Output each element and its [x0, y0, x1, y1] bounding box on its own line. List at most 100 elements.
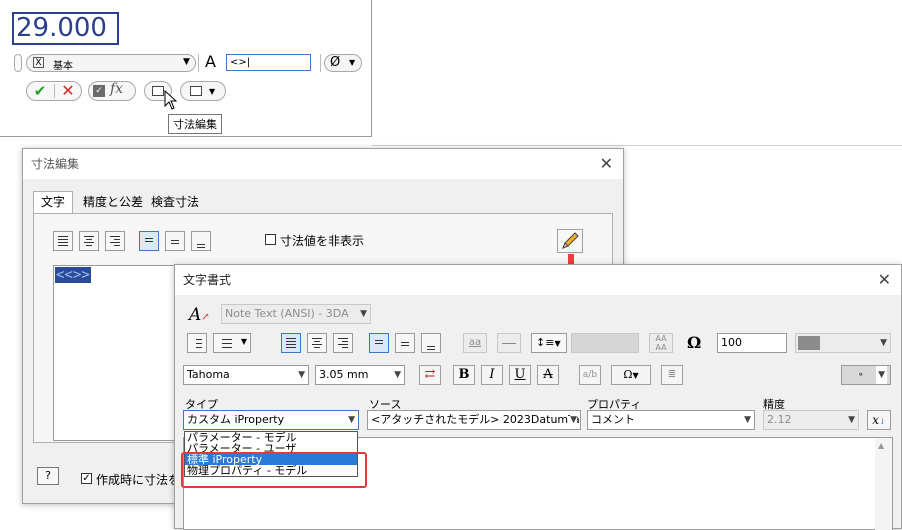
pencil-icon: [562, 232, 579, 249]
scroll-up-icon[interactable]: ▲: [878, 441, 884, 450]
dialog-titlebar: 文字書式 ✕: [175, 265, 901, 295]
chevron-down-icon: ▼: [349, 58, 356, 67]
dimension-text-content: <<>>: [55, 267, 91, 283]
scrollbar[interactable]: [875, 438, 892, 530]
chevron-down-icon: ▼: [876, 366, 887, 384]
ok-button[interactable]: ✔: [30, 81, 50, 101]
chevron-down-icon: ▼: [209, 87, 216, 96]
text-style-value: Note Text (ANSI) - 3DA: [225, 307, 349, 320]
align-left-button[interactable]: [53, 231, 73, 251]
precision-dropdown[interactable]: 2.12 ▼: [763, 410, 859, 430]
width-icon: Ω: [687, 333, 702, 352]
width-input[interactable]: 100: [717, 333, 787, 353]
background-dropdown[interactable]: ∘ ▼: [841, 365, 891, 385]
font-size-dropdown[interactable]: 3.05 mm ▼: [315, 365, 405, 385]
options-dropdown[interactable]: ▼: [180, 81, 226, 101]
chevron-down-icon: ▼: [298, 370, 305, 380]
highlight-box: [181, 452, 367, 488]
dimension-value-box[interactable]: 29.000: [12, 12, 119, 45]
align-top-button[interactable]: [369, 333, 389, 353]
source-dropdown[interactable]: <アタッチされたモデル> 2023DatumTarge ▼: [367, 410, 581, 430]
hide-value-checkbox[interactable]: [265, 234, 276, 245]
separator: [320, 54, 321, 72]
align-center-button[interactable]: [79, 231, 99, 251]
list-icon: [152, 86, 164, 96]
chevron-down-icon: ▼: [394, 370, 401, 380]
help-button[interactable]: ?: [37, 467, 59, 485]
dialog-titlebar: 寸法編集 ✕: [23, 149, 623, 179]
align-center-button[interactable]: [307, 333, 327, 353]
symbol-dropdown[interactable]: Ø ▼: [324, 54, 362, 72]
dot-icon: ∘: [858, 370, 864, 380]
chevron-down-icon: ▼: [360, 309, 367, 319]
underline-button[interactable]: U: [509, 365, 531, 385]
fraction-button[interactable]: a/b: [579, 365, 601, 385]
symbol-dropdown[interactable]: Ω▼: [611, 365, 651, 385]
bold-button[interactable]: B: [453, 365, 475, 385]
create-checkbox[interactable]: ✓: [81, 473, 92, 484]
dialog-title: 寸法編集: [31, 157, 80, 171]
diameter-icon: Ø: [330, 55, 341, 70]
separator: [54, 84, 55, 98]
close-icon[interactable]: ✕: [600, 149, 613, 179]
text-format-dialog: 文字書式 ✕ A↗ Note Text (ANSI) - 3DA ▼ ▼ aa ↕≡…: [174, 264, 902, 530]
spacing-field[interactable]: [571, 333, 639, 353]
strikethrough-button[interactable]: A: [537, 365, 559, 385]
tooltip: 寸法編集: [168, 114, 222, 134]
stack-button[interactable]: AA AA: [649, 333, 673, 353]
list-icon: [190, 86, 202, 96]
hide-value-label: 寸法値を非表示: [280, 234, 365, 248]
text-input[interactable]: <>|: [226, 54, 311, 71]
align-right-button[interactable]: [333, 333, 353, 353]
align-bottom-button[interactable]: [191, 231, 211, 251]
type-value: カスタム iProperty: [187, 413, 285, 426]
font-dropdown[interactable]: Tahoma ▼: [183, 365, 309, 385]
text-icon[interactable]: A: [205, 52, 216, 71]
chevron-down-icon: ▼: [570, 411, 577, 429]
chevron-down-icon: ▼: [240, 337, 247, 346]
line-button[interactable]: [497, 333, 521, 353]
line-spacing-dropdown[interactable]: ↕≡▼: [531, 333, 567, 353]
tab-label: 精度と公差: [82, 195, 143, 209]
align-bottom-button[interactable]: [421, 333, 441, 353]
color-dropdown[interactable]: ▼: [795, 333, 891, 353]
fx-icon[interactable]: fx: [110, 81, 123, 97]
font-value: Tahoma: [187, 368, 230, 381]
tab-label: 検査寸法: [150, 195, 199, 209]
drag-handle[interactable]: [14, 54, 22, 72]
style-name: 基本: [53, 61, 73, 72]
close-icon[interactable]: ✕: [878, 265, 891, 295]
text-style-icon: A↗: [189, 305, 210, 325]
align-middle-button[interactable]: [165, 231, 185, 251]
cancel-button[interactable]: ✕: [58, 81, 78, 101]
align-top-button[interactable]: [139, 231, 159, 251]
tab-text[interactable]: 文字: [33, 191, 73, 213]
chevron-down-icon: ▼: [744, 415, 751, 425]
chevron-down-icon: ▼: [183, 57, 190, 67]
add-parameter-button[interactable]: x↓: [867, 410, 891, 430]
font-style-icon[interactable]: ⇄: [419, 365, 441, 385]
align-middle-button[interactable]: [395, 333, 415, 353]
tab-inspection[interactable]: 検査寸法: [147, 193, 203, 213]
color-swatch: [798, 336, 820, 350]
align-left-button[interactable]: [281, 333, 301, 353]
separator: [198, 54, 199, 72]
source-value: <アタッチされたモデル> 2023DatumTarge: [371, 413, 581, 426]
text-style-dropdown[interactable]: Note Text (ANSI) - 3DA ▼: [221, 304, 371, 324]
italic-button[interactable]: I: [481, 365, 503, 385]
chevron-down-icon: ▼: [880, 338, 887, 348]
case-button[interactable]: aa: [463, 333, 487, 353]
checkbox-icon[interactable]: ✓: [93, 85, 105, 97]
numbering-dropdown[interactable]: ▼: [213, 333, 251, 353]
align-right-button[interactable]: [105, 231, 125, 251]
type-dropdown[interactable]: カスタム iProperty ▼: [183, 410, 359, 430]
chevron-down-icon: ▼: [348, 415, 355, 425]
paragraph-button[interactable]: ≣: [661, 365, 683, 385]
tab-precision[interactable]: 精度と公差: [81, 193, 145, 213]
tab-label: 文字: [40, 195, 65, 209]
edit-text-button[interactable]: [557, 229, 583, 253]
create-checkbox-label: 作成時に寸法を: [96, 473, 181, 487]
bullets-button[interactable]: [187, 333, 207, 353]
style-dropdown[interactable]: X 基本 ▼: [26, 54, 196, 72]
property-dropdown[interactable]: コメント ▼: [587, 410, 755, 430]
